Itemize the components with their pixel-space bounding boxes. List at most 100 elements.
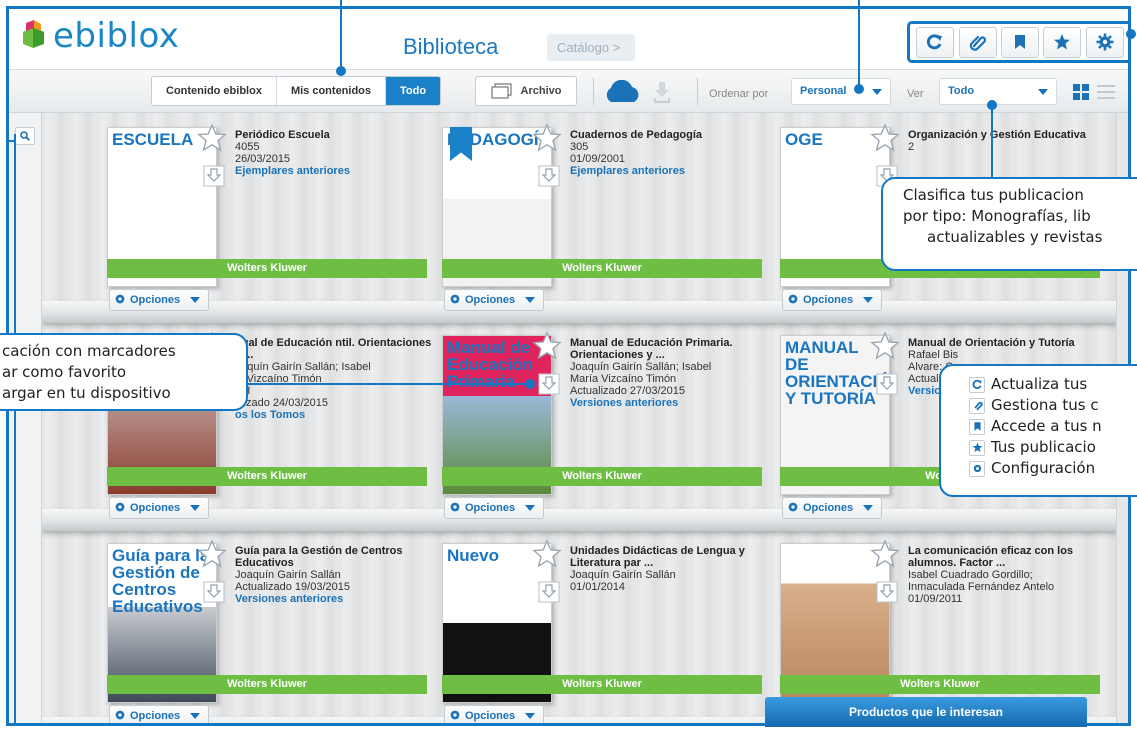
search-button[interactable] [15, 127, 35, 145]
logo[interactable]: ebiblox [17, 19, 179, 53]
archive-label: Archivo [520, 85, 562, 97]
header: ebiblox Biblioteca Catálogo > [9, 9, 1128, 69]
archive-button[interactable]: Archivo [475, 76, 577, 106]
download-icon[interactable] [876, 373, 898, 400]
book-card[interactable]: Guía para la Gestión de Centros Educativ… [97, 539, 437, 723]
products-tab[interactable]: Productos que le interesan [765, 697, 1087, 727]
book-meta: 26/03/2015 [235, 153, 291, 165]
tab-todo[interactable]: Todo [386, 77, 441, 105]
tab-contenido-ebiblox[interactable]: Contenido ebiblox [152, 77, 277, 105]
bookmark-icon [1014, 35, 1025, 49]
download-icon[interactable] [203, 165, 225, 192]
logo-mark-icon [23, 20, 44, 48]
gear-icon [787, 293, 799, 308]
sort-dropdown[interactable]: Personal [791, 78, 891, 105]
book-title[interactable]: nual de Educación ntil. Orientaciones y … [235, 337, 435, 361]
archive-icon [490, 83, 512, 99]
options-dropdown[interactable]: Opciones [444, 289, 544, 311]
favorite-star-icon[interactable] [197, 123, 227, 158]
toolbar-divider [593, 78, 594, 105]
book-versions-link[interactable]: Ejemplares anteriores [235, 165, 435, 177]
options-dropdown[interactable]: Opciones [109, 497, 209, 519]
legend-text: Gestiona tus c [991, 396, 1099, 414]
book-meta: 4055 [235, 141, 260, 153]
book-card[interactable]: Manual de Educación Primaria Wolters Kluw… [432, 331, 772, 535]
options-label: Opciones [465, 502, 516, 514]
options-dropdown[interactable]: Opciones [444, 497, 544, 519]
page-title: Biblioteca [403, 34, 499, 59]
refresh-button[interactable] [916, 26, 955, 58]
options-dropdown[interactable]: Opciones [444, 705, 544, 723]
options-dropdown[interactable]: Opciones [109, 705, 209, 723]
refresh-icon [927, 34, 943, 50]
favorite-star-icon[interactable] [532, 123, 562, 158]
book-title[interactable]: Manual de Orientación y Tutoría [908, 337, 1108, 349]
book-info: Manual de Educación Primaria. Orientacio… [570, 337, 770, 409]
publisher-bar: Wolters Kluwer [107, 259, 427, 278]
callout-text: por tipo: Monografías, lib [903, 207, 1091, 225]
book-versions-link[interactable]: Ejemplares anteriores [570, 165, 770, 177]
options-dropdown[interactable]: Opciones [782, 289, 882, 311]
attachments-button[interactable] [958, 26, 997, 58]
download-icon[interactable] [538, 165, 560, 192]
book-versions-link[interactable]: Versiones anteriores [570, 397, 770, 409]
book-info: Guía para la Gestión de Centros Educativ… [235, 545, 435, 605]
tab-mis-contenidos[interactable]: Mis contenidos [276, 77, 387, 105]
book-title[interactable]: Guía para la Gestión de Centros Educativ… [235, 545, 435, 569]
chevron-down-icon [872, 89, 882, 95]
settings-button[interactable] [1085, 26, 1124, 58]
publisher-bar: Wolters Kluwer [442, 675, 762, 694]
book-title[interactable]: Manual de Educación Primaria. Orientacio… [570, 337, 770, 361]
callout-classify: Clasifica tus publicacion por tipo: Mono… [881, 177, 1137, 271]
book-info: Cuadernos de Pedagogía 305 01/09/2001 Ejemp… [570, 129, 770, 177]
favorite-star-icon[interactable] [532, 539, 562, 574]
download-icon[interactable] [876, 581, 898, 608]
favorite-star-icon[interactable] [870, 331, 900, 366]
options-label: Opciones [465, 294, 516, 306]
bookmark-icon [973, 422, 981, 431]
download-icon[interactable] [538, 373, 560, 400]
download-icon[interactable] [538, 581, 560, 608]
options-dropdown[interactable]: Opciones [109, 289, 209, 311]
favorite-star-icon[interactable] [870, 539, 900, 574]
book-card[interactable]: ESCUELA Wolters Kluwer Periódico Escuela 40… [97, 123, 437, 327]
book-meta: Isabel Cuadrado Gordillo; [908, 569, 1033, 581]
catalog-button[interactable]: Catálogo > [547, 34, 635, 61]
book-card[interactable]: Nuevo Wolters Kluwer Unidades Didácticas d… [432, 539, 772, 723]
book-meta: 2 [908, 141, 915, 153]
book-title[interactable]: Periódico Escuela [235, 129, 435, 141]
download-disabled-icon[interactable] [649, 80, 675, 104]
book-title[interactable]: Organización y Gestión Educativa [908, 129, 1108, 141]
view-dropdown[interactable]: Todo [939, 78, 1057, 105]
legend-text: Accede a tus n [991, 417, 1102, 435]
bookmarks-button[interactable] [1000, 26, 1039, 58]
book-title[interactable]: Unidades Didácticas de Lengua y Literatu… [570, 545, 770, 569]
chevron-down-icon [525, 297, 535, 303]
download-icon[interactable] [203, 581, 225, 608]
book-title[interactable]: La comunicación eficaz con los alumnos. … [908, 545, 1108, 569]
chevron-down-icon [525, 713, 535, 719]
favorite-star-icon[interactable] [870, 123, 900, 158]
chevron-down-icon [863, 505, 873, 511]
legend-row: Gestiona tus c [969, 395, 1137, 416]
callout-text: actualizables y revistas [927, 228, 1103, 246]
legend-row: Configuración [969, 458, 1137, 479]
favorites-button[interactable] [1043, 26, 1082, 58]
paperclip-icon [969, 35, 986, 51]
book-info: Unidades Didácticas de Lengua y Literatu… [570, 545, 770, 593]
list-view-icon[interactable] [1097, 84, 1115, 100]
callout-icon-legend: Actualiza tus Gestiona tus c Accede a tu… [939, 364, 1137, 497]
book-card[interactable]: PEDAGOGÍA Wolters Kluwer Cuadernos de Peda… [432, 123, 772, 327]
book-versions-link[interactable]: Versiones anteriores [235, 593, 435, 605]
toolbar: Contenido ebiblox Mis contenidos Todo Ar… [9, 69, 1128, 113]
grid-view-icon[interactable] [1073, 84, 1089, 100]
favorite-star-icon[interactable] [197, 539, 227, 574]
gear-icon [973, 464, 981, 473]
favorite-star-icon[interactable] [532, 331, 562, 366]
options-label: Opciones [130, 294, 181, 306]
book-title[interactable]: Cuadernos de Pedagogía [570, 129, 770, 141]
options-dropdown[interactable]: Opciones [782, 497, 882, 519]
callout-line [244, 383, 530, 385]
cloud-icon[interactable] [601, 80, 643, 104]
book-versions-link[interactable]: os los Tomos [235, 409, 435, 421]
